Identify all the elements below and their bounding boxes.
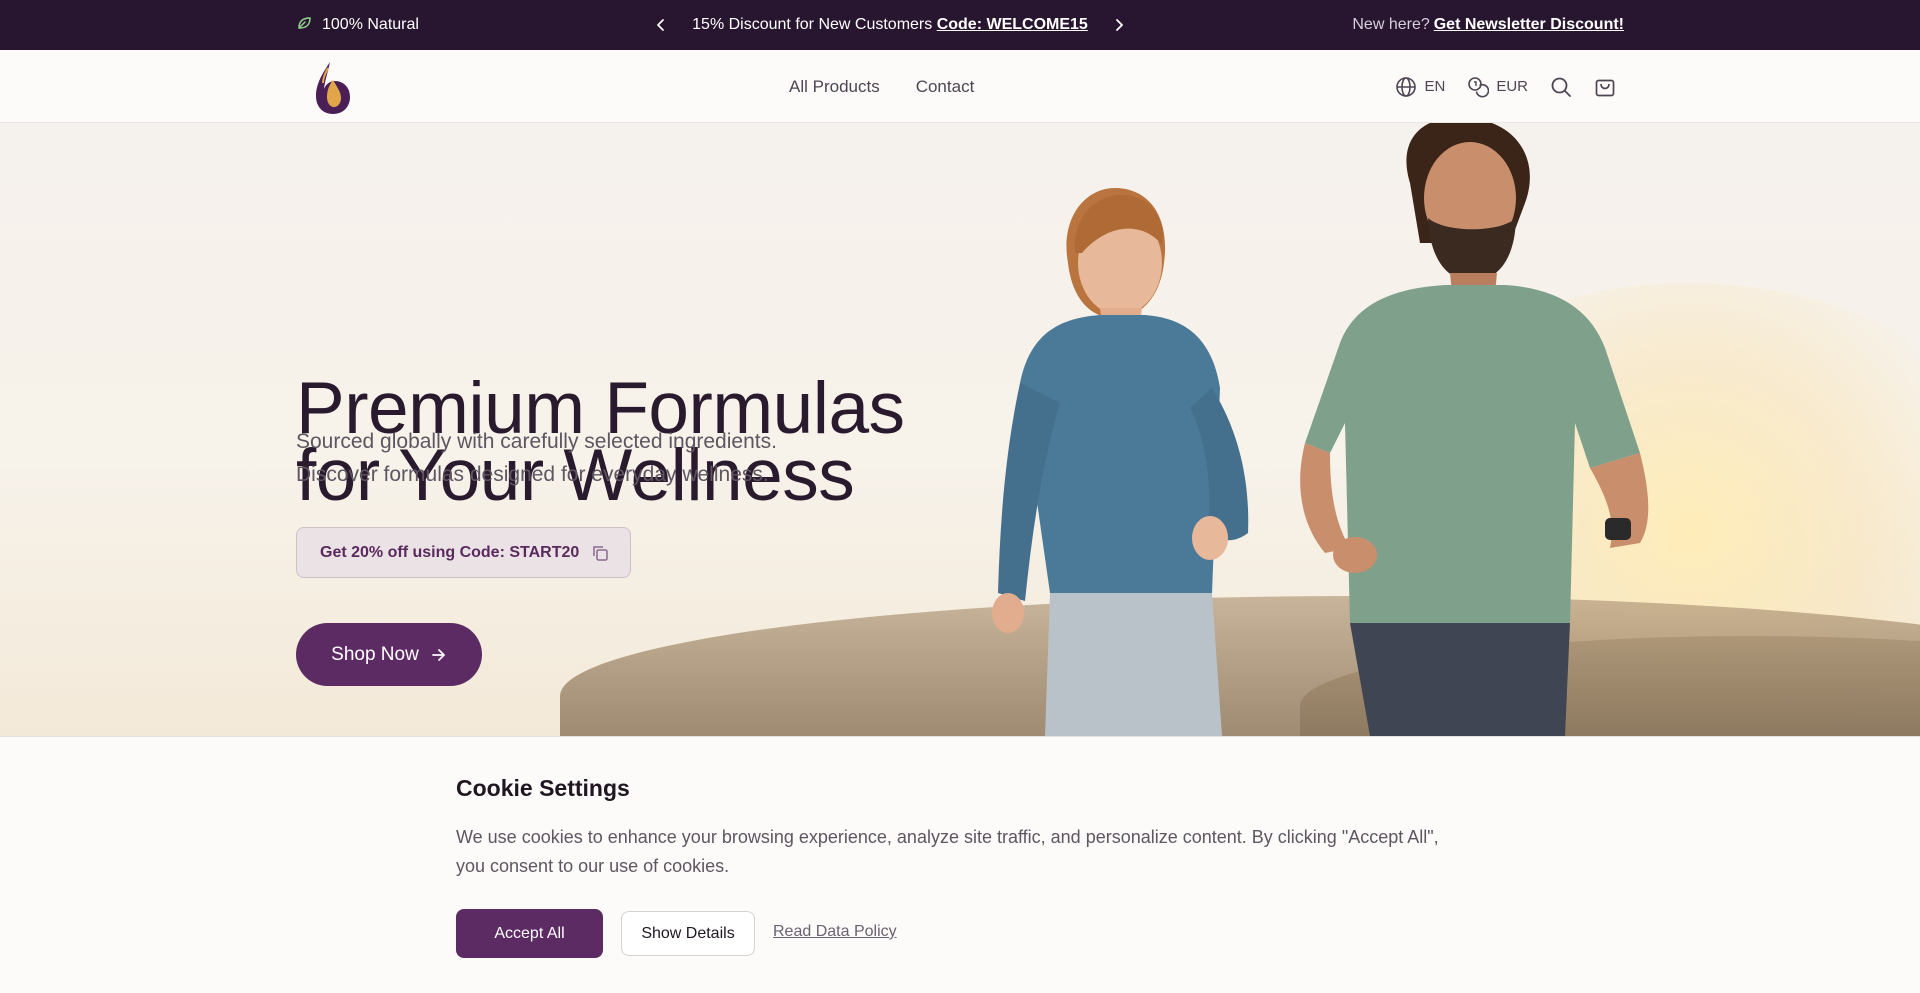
main-nav: All Products Contact	[789, 50, 974, 123]
currency-label: EUR	[1496, 78, 1528, 95]
copy-icon	[593, 545, 609, 561]
arrow-right-icon	[431, 648, 445, 661]
accept-all-button[interactable]: Accept All	[456, 909, 603, 958]
carousel-next-button[interactable]	[1108, 14, 1130, 36]
promo-message: 15% Discount for New Customers Code: WEL…	[692, 16, 1088, 34]
site-header: All Products Contact EN EUR	[0, 50, 1920, 123]
cart-button[interactable]	[1594, 76, 1616, 98]
show-details-button[interactable]: Show Details	[621, 911, 755, 956]
hero-section: Premium Formulas for Your Wellness	[0, 123, 1920, 736]
nav-all-products[interactable]: All Products	[789, 77, 880, 97]
promo-code-label: Get 20% off using Code: START20	[320, 543, 580, 561]
hero-subtitle-line-2: Discover formulas designed for everyday …	[296, 463, 769, 486]
shop-now-label: Shop Now	[331, 643, 419, 665]
language-label: EN	[1424, 78, 1446, 95]
chevron-left-icon	[657, 19, 664, 31]
language-selector[interactable]: EN	[1395, 76, 1445, 98]
cookie-title: Cookie Settings	[456, 775, 630, 801]
carousel-prev-button[interactable]	[650, 14, 672, 36]
hero-runners-image	[992, 123, 1649, 736]
man-runner	[1300, 123, 1649, 736]
search-icon	[1551, 77, 1571, 97]
header-utilities: EN EUR	[1395, 50, 1616, 123]
nav-contact[interactable]: Contact	[916, 77, 975, 97]
cookie-text: We use cookies to enhance your browsing …	[456, 827, 1439, 876]
shop-now-button[interactable]: Shop Now	[296, 623, 482, 686]
promo-code-link[interactable]: Code: WELCOME15	[937, 16, 1088, 33]
natural-badge: 100% Natural	[296, 0, 419, 50]
newsletter-prompt: New here?	[1352, 16, 1430, 33]
globe-icon	[1396, 76, 1417, 97]
site-logo[interactable]	[308, 56, 358, 118]
hero-subtitle-line-1: Sourced globally with carefully selected…	[296, 430, 777, 453]
woman-runner	[992, 188, 1249, 736]
natural-label: 100% Natural	[322, 16, 419, 33]
hero-subtitle: Sourced globally with carefully selected…	[296, 425, 856, 491]
promo-code-button[interactable]: Get 20% off using Code: START20	[296, 527, 631, 578]
search-button[interactable]	[1550, 76, 1572, 98]
chevron-right-icon	[1116, 19, 1123, 31]
promo-text: 15% Discount for New Customers	[692, 16, 933, 33]
promo-carousel: 15% Discount for New Customers Code: WEL…	[650, 0, 1130, 50]
shopping-bag-icon	[1595, 79, 1615, 96]
newsletter-link[interactable]: Get Newsletter Discount!	[1434, 16, 1624, 34]
newsletter-promo: New here? Get Newsletter Discount!	[1352, 0, 1624, 50]
leaf-icon	[296, 15, 312, 36]
cookie-banner: Cookie Settings We use cookies to enhanc…	[0, 736, 1920, 993]
currency-selector[interactable]: EUR	[1467, 76, 1528, 98]
data-policy-link[interactable]: Read Data Policy	[773, 923, 897, 941]
announcement-bar: 100% Natural 15% Discount for New Custom…	[0, 0, 1920, 50]
coins-icon	[1468, 76, 1490, 98]
